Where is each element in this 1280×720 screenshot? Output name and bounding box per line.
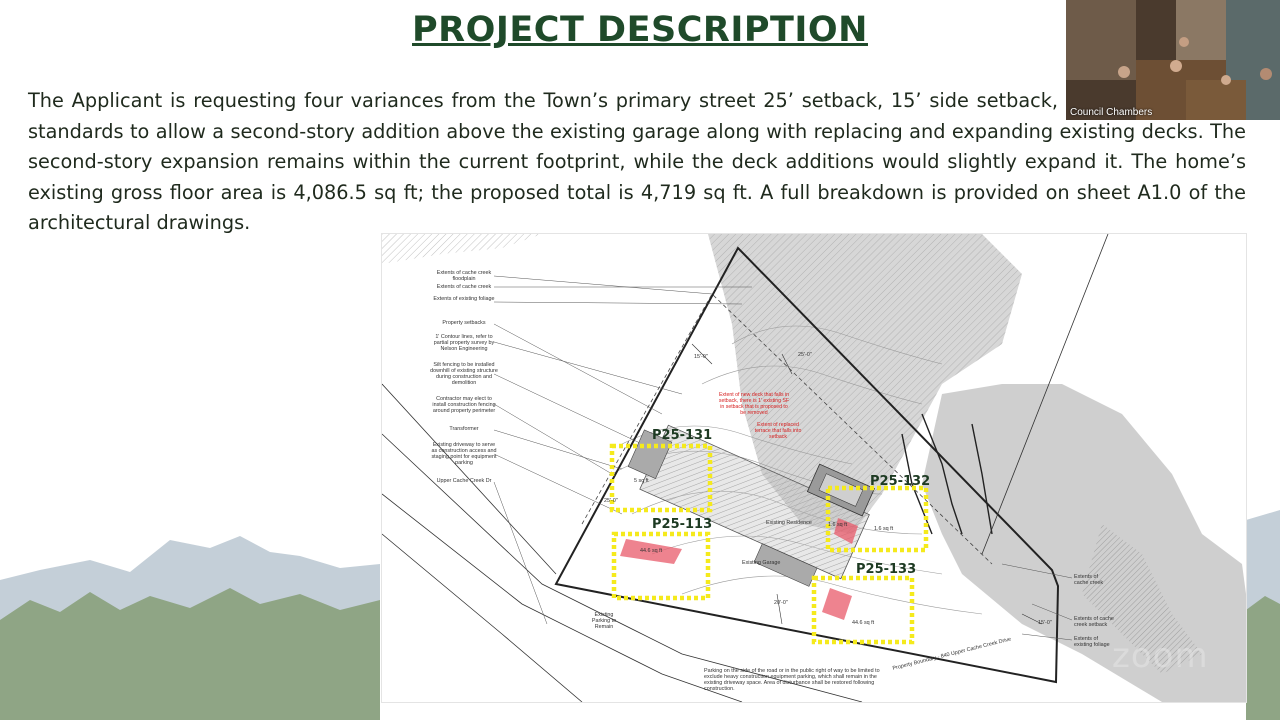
slide-description: The Applicant is requesting four varianc… (28, 89, 1246, 235)
legend-label: Property setbacks (442, 320, 486, 326)
video-label: Council Chambers (1070, 107, 1153, 118)
site-plan-svg (382, 234, 1246, 702)
parcel-label: P25-131 (652, 428, 713, 443)
legend-label: Extents of cache creek (436, 284, 492, 290)
setback-note: Extent of replaced terrace that falls in… (754, 422, 802, 440)
dimension-label: 20'-0" (774, 600, 788, 606)
dimension-label: 25'-0" (604, 498, 618, 504)
structure-label: Existing Garage (742, 560, 781, 566)
dimension-label: 25'-0" (798, 352, 812, 358)
structure-label: Existing Residence (766, 520, 812, 526)
area-label: 44.6 sq ft (852, 620, 875, 626)
area-label: 1.6 sq ft (874, 526, 894, 532)
road-note: Parking on the side of the road or in th… (704, 668, 880, 692)
legend-label: Extents of existing foliage (433, 296, 495, 302)
setback-note: Extent of new deck that falls in setback… (718, 392, 790, 416)
parking-note: Existing Parking to Remain (591, 612, 617, 630)
dimension-label: 15'-0" (1038, 620, 1052, 626)
zoom-watermark: zoom (1112, 636, 1209, 676)
parcel-label: P25-113 (652, 517, 713, 532)
site-plan-drawing: Extents of cache creek floodplain Extent… (382, 234, 1246, 702)
right-label: Extents of cache creek (1074, 574, 1104, 586)
area-label: 44.6 sq ft (640, 548, 663, 554)
legend-label: Contractor may elect to install construc… (432, 396, 496, 414)
parcel-label: P25-133 (856, 562, 917, 577)
legend-label: Upper Cache Creek Dr (436, 478, 492, 484)
right-label: Extents of existing foliage (1074, 636, 1110, 648)
dimension-label: 15'-0" (694, 354, 708, 360)
video-thumbnail[interactable]: Council Chambers (1066, 0, 1280, 120)
video-feed (1066, 0, 1280, 120)
legend-label: Extents of cache creek floodplain (436, 270, 492, 282)
legend-label: Existing driveway to serve as constructi… (431, 442, 497, 466)
legend-label: 1' Contour lines, refer to partial prope… (433, 334, 495, 352)
area-label: 5 sq ft (634, 478, 649, 484)
area-label: 1.6 sq ft (828, 522, 848, 528)
right-label: Extents of cache creek setback (1074, 616, 1114, 628)
legend-label: Silt fencing to be installed downhill of… (430, 362, 498, 386)
legend-label: Transformer (449, 426, 479, 432)
parcel-label: P25-132 (870, 474, 931, 489)
